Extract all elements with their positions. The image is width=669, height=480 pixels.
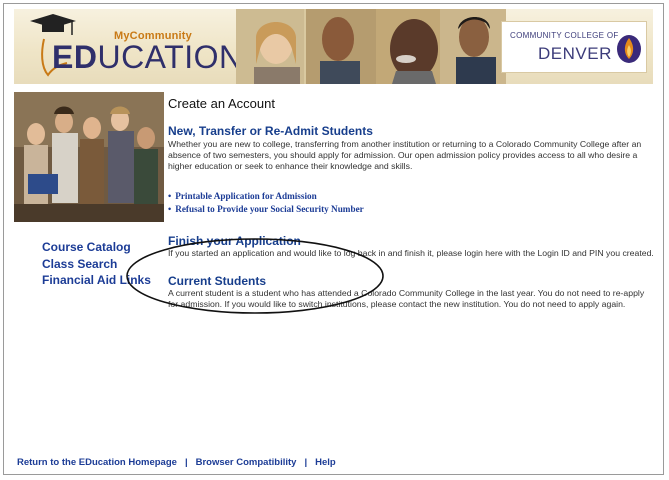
printable-application-link[interactable]: Printable Application for Admission [168,190,364,203]
site-header: MyCommunity EDUCATION COMMUNITY COLLEGE … [14,9,653,84]
footer-browser-compat-link[interactable]: Browser Compatibility [196,457,297,468]
students-group-photo [14,92,164,222]
flame-logo-icon [617,35,641,63]
brand-education-logo[interactable]: EDUCATION [52,39,243,76]
application-links: Printable Application for Admission Refu… [168,190,364,216]
ssn-refusal-link[interactable]: Refusal to Provide your Social Security … [168,203,364,216]
graduation-cap-icon [30,14,76,35]
footer-nav: Return to the EDucation Homepage | Browser… [17,457,336,468]
new-students-heading[interactable]: New, Transfer or Re-Admit Students [168,124,656,138]
new-students-section: New, Transfer or Re-Admit Students Wheth… [168,124,656,172]
new-students-text: Whether you are new to college, transfer… [168,139,642,171]
college-top-text: COMMUNITY COLLEGE OF [510,31,619,40]
footer-separator: | [304,457,308,468]
footer-help-link[interactable]: Help [315,457,336,468]
page-title: Create an Account [168,96,275,111]
college-name-text: DENVER [538,44,612,63]
header-photo-collage [236,9,506,84]
highlight-oval [126,238,384,314]
footer-separator: | [184,457,188,468]
college-logo[interactable]: COMMUNITY COLLEGE OF DENVER [501,21,647,73]
footer-homepage-link[interactable]: Return to the EDucation Homepage [17,457,177,468]
